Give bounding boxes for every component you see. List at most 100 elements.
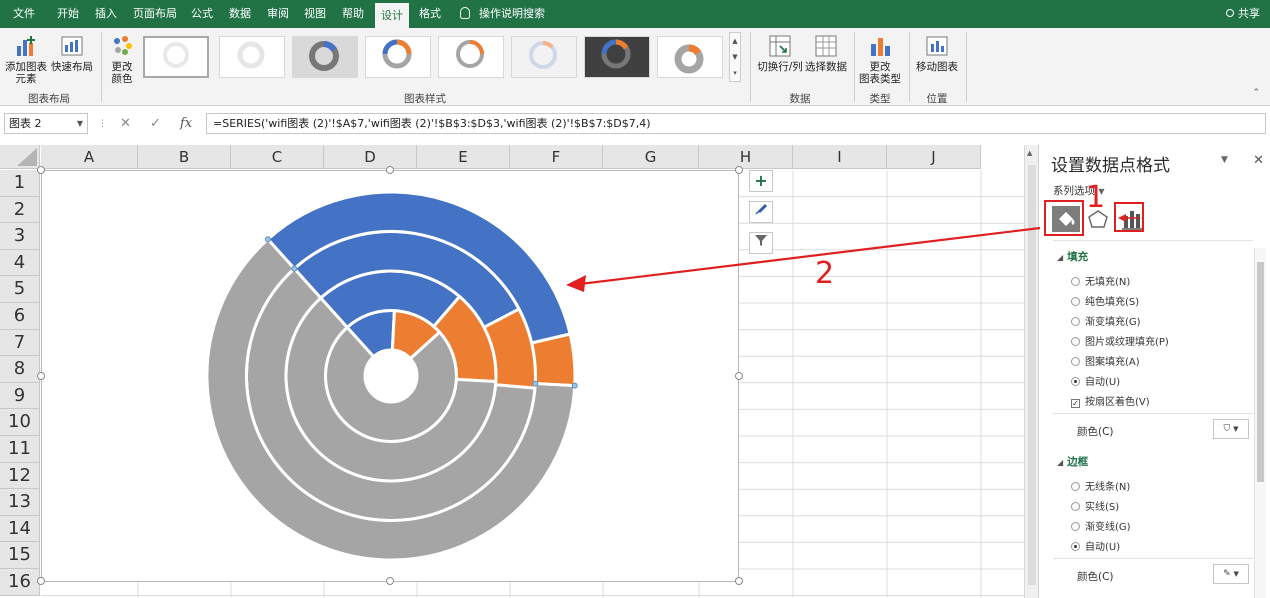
chart-style-1[interactable] [143,36,209,78]
sheet-vertical-scrollbar[interactable]: ▲ [1024,145,1038,598]
row-header-7[interactable]: 7 [0,329,40,357]
resize-handle[interactable] [37,577,45,585]
row-header-8[interactable]: 8 [0,356,40,383]
select-data-button[interactable]: 选择数据 [804,34,848,73]
row-header-4[interactable]: 4 [0,249,40,277]
add-chart-element-button[interactable]: 添加图表 元素 [4,34,48,85]
tab-view[interactable]: 视图 [298,0,332,28]
chart-style-3[interactable] [292,36,358,78]
change-chart-type-button[interactable]: 更改 图表类型 [858,34,902,85]
chart-style-8[interactable] [657,36,723,78]
border-option-automatic[interactable]: 自动(U) [1071,538,1120,553]
scroll-up-icon[interactable]: ▲ [1027,149,1032,157]
chart-style-5[interactable] [438,36,504,78]
tab-home[interactable]: 开始 [50,0,86,28]
chart-style-6[interactable] [511,36,577,78]
column-header-a[interactable]: A [41,145,138,169]
column-header-i[interactable]: I [793,145,887,169]
resize-handle[interactable] [37,372,45,380]
fill-option-picture[interactable]: 图片或纹理填充(P) [1071,333,1169,348]
doughnut-chart[interactable] [42,171,740,583]
pane-scrollbar[interactable] [1254,248,1266,598]
row-header-5[interactable]: 5 [0,276,40,303]
column-header-c[interactable]: C [231,145,324,169]
fill-color-picker[interactable]: ⛉ ▼ [1213,419,1249,439]
scroll-thumb[interactable] [1028,165,1036,585]
border-option-none[interactable]: 无线条(N) [1071,478,1130,493]
fill-section-header[interactable]: ◢ 填充 [1057,249,1088,264]
pane-scroll-thumb[interactable] [1257,262,1264,482]
column-header-h[interactable]: H [699,145,793,169]
close-icon[interactable]: ✕ [1253,153,1264,168]
share-button[interactable]: 共享 [1226,0,1260,28]
row-header-6[interactable]: 6 [0,303,40,330]
gallery-scroll[interactable]: ▲ ▼ ▾ [729,32,741,82]
pane-options-dropdown[interactable]: ▼ [1221,155,1228,165]
chart-filters-button[interactable] [749,232,773,254]
chart-area[interactable] [41,170,739,582]
chart-style-7[interactable] [584,36,650,78]
resize-handle[interactable] [735,372,743,380]
resize-handle[interactable] [386,166,394,174]
resize-handle[interactable] [735,577,743,585]
row-header-12[interactable]: 12 [0,462,40,490]
enter-icon[interactable]: ✓ [150,114,161,134]
chart-style-4[interactable] [365,36,431,78]
tab-insert[interactable]: 插入 [88,0,124,28]
tab-design[interactable]: 设计 [375,3,409,28]
row-header-1[interactable]: 1 [0,170,40,197]
chart-styles-button[interactable] [749,201,773,223]
border-option-solid[interactable]: 实线(S) [1071,498,1119,513]
row-header-3[interactable]: 3 [0,223,40,250]
fill-option-gradient[interactable]: 渐变填充(G) [1071,313,1141,328]
tab-file[interactable]: 文件 [6,0,42,28]
tell-me-label: 操作说明搜索 [479,7,545,20]
collapse-ribbon-icon[interactable]: ⌃ [1252,88,1260,98]
column-header-b[interactable]: B [138,145,231,169]
vary-colors-checkbox[interactable]: ✓ 按扇区着色(V) [1071,393,1150,408]
resize-handle[interactable] [37,166,45,174]
tell-me-search[interactable]: 操作说明搜索 [460,0,545,28]
column-header-j[interactable]: J [887,145,981,169]
move-chart-button[interactable]: 移动图表 [914,34,960,73]
annotation-box-fill-tab [1044,200,1084,236]
tab-data[interactable]: 数据 [222,0,258,28]
change-colors-button[interactable]: 更改 颜色 [104,34,140,85]
row-header-15[interactable]: 15 [0,542,40,569]
fill-option-solid[interactable]: 纯色填充(S) [1071,293,1139,308]
tab-formulas[interactable]: 公式 [186,0,218,28]
column-header-f[interactable]: F [510,145,603,169]
row-header-13[interactable]: 13 [0,489,40,516]
tab-format[interactable]: 格式 [413,0,447,28]
tab-review[interactable]: 审阅 [262,0,294,28]
row-header-9[interactable]: 9 [0,382,40,410]
row-header-10[interactable]: 10 [0,409,40,436]
cancel-icon[interactable]: ✕ [120,114,131,134]
chart-elements-button[interactable]: + [749,170,773,192]
row-header-11[interactable]: 11 [0,436,40,463]
column-header-d[interactable]: D [324,145,417,169]
tab-page-layout[interactable]: 页面布局 [128,0,182,28]
column-header-g[interactable]: G [603,145,699,169]
tab-help[interactable]: 帮助 [336,0,370,28]
border-color-picker[interactable]: ✎ ▼ [1213,564,1249,584]
fill-option-pattern[interactable]: 图案填充(A) [1071,353,1140,368]
formula-input[interactable]: =SERIES('wifi图表 (2)'!$A$7,'wifi图表 (2)'!$… [206,113,1266,134]
doughnut-slice-ring4-pt2[interactable] [529,332,577,388]
select-all-corner[interactable] [0,145,40,169]
name-box[interactable]: 图表 2 ▼ [4,113,88,134]
quick-layout-button[interactable]: 快速布局 [50,34,94,73]
resize-handle[interactable] [735,166,743,174]
column-header-e[interactable]: E [417,145,510,169]
border-section-header[interactable]: ◢ 边框 [1057,454,1088,469]
row-header-14[interactable]: 14 [0,515,40,543]
fill-option-none[interactable]: 无填充(N) [1071,273,1130,288]
border-option-gradient[interactable]: 渐变线(G) [1071,518,1131,533]
insert-function-icon[interactable]: fx [180,114,192,134]
switch-row-column-button[interactable]: 切换行/列 [756,34,804,73]
row-header-2[interactable]: 2 [0,196,40,224]
row-header-16[interactable]: 16 [0,569,40,596]
chart-style-2[interactable] [219,36,285,78]
fill-option-automatic[interactable]: 自动(U) [1071,373,1120,388]
resize-handle[interactable] [386,577,394,585]
